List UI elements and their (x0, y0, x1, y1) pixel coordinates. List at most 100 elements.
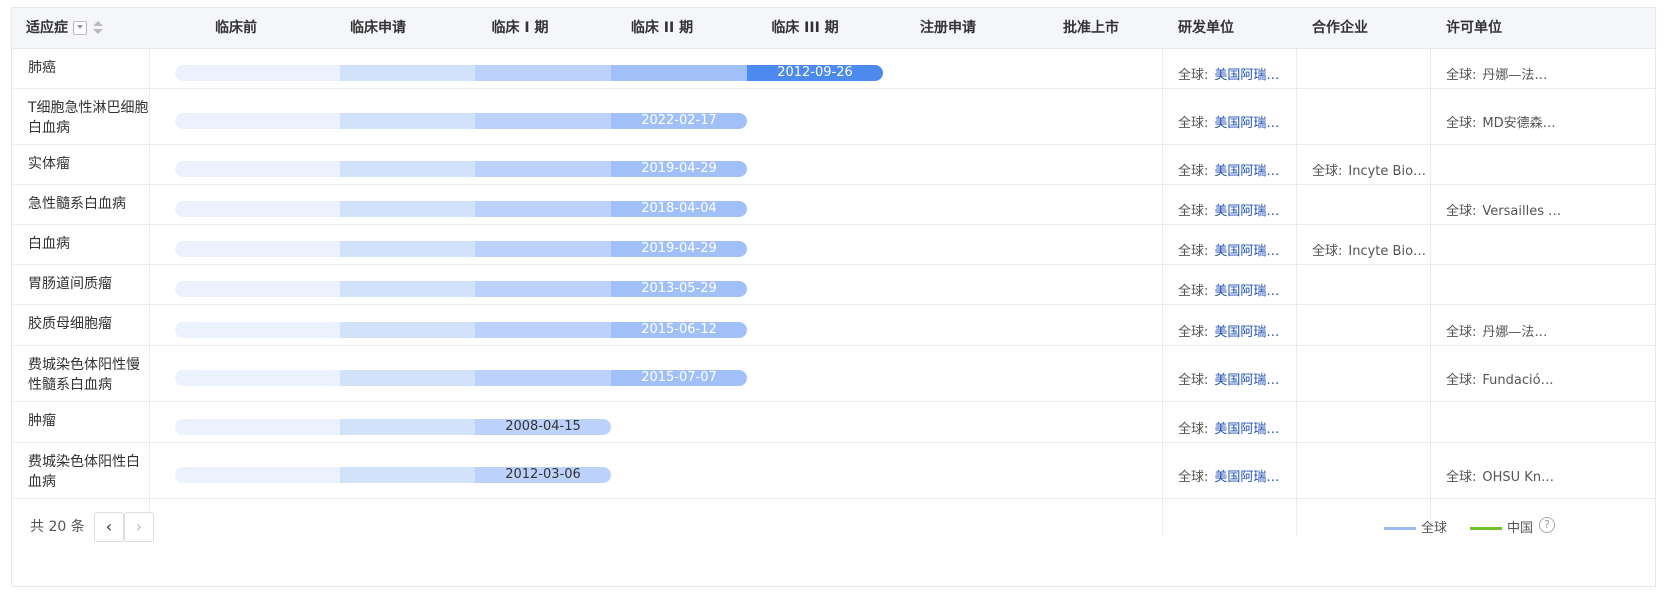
header-stage: 批准上市 (1063, 20, 1119, 36)
developer-cell-region: 全球: (1178, 116, 1209, 131)
table-row: 胶质母细胞瘤 2015-06-12 全球: 美国阿瑞… 全球: 丹娜—法… (12, 305, 1655, 346)
table-row: T细胞急性淋巴细胞白血病 2022-02-17 全球: 美国阿瑞… 全球: MD安德森… (12, 89, 1655, 145)
stage-date-label: 2015-06-12 (641, 322, 717, 337)
partner-cell-region: 全球: (1312, 164, 1343, 179)
header-stage: 临床申请 (350, 20, 406, 36)
developer-cell-region: 全球: (1178, 325, 1209, 340)
header-stage: 注册申请 (920, 20, 976, 36)
developer-cell[interactable]: 全球: 美国阿瑞… (1178, 112, 1293, 131)
partner-cell: 全球: Incyte Bio… (1312, 160, 1427, 179)
total-count: 共 20 条 (30, 519, 85, 535)
developer-cell[interactable]: 全球: 美国阿瑞… (1178, 200, 1293, 219)
stage-date-label: 2012-09-26 (777, 65, 853, 80)
developer-cell-region: 全球: (1178, 68, 1209, 83)
developer-cell-value[interactable]: 美国阿瑞… (1214, 204, 1279, 219)
stage-segment (340, 467, 475, 483)
stage-segment (175, 201, 340, 217)
legend-global-label: 全球 (1421, 521, 1448, 536)
sort-arrows-icon[interactable] (93, 20, 103, 36)
indication-cell: 胃肠道间质瘤 (28, 276, 112, 292)
developer-cell-value[interactable]: 美国阿瑞… (1214, 325, 1279, 340)
developer-cell[interactable]: 全球: 美国阿瑞… (1178, 280, 1293, 299)
developer-cell[interactable]: 全球: 美国阿瑞… (1178, 466, 1293, 485)
licensor-cell: 全球: 丹娜—法… (1446, 321, 1561, 340)
developer-cell[interactable]: 全球: 美国阿瑞… (1178, 160, 1293, 179)
developer-cell-region: 全球: (1178, 284, 1209, 299)
stage-segment (475, 281, 611, 297)
header-licensor: 许可单位 (1446, 20, 1502, 36)
indication-cell: 实体瘤 (28, 156, 70, 172)
developer-cell-value[interactable]: 美国阿瑞… (1214, 422, 1279, 437)
licensor-cell-region: 全球: (1446, 325, 1477, 340)
developer-cell-value[interactable]: 美国阿瑞… (1214, 373, 1279, 388)
table-row: 肺癌 2012-09-26 全球: 美国阿瑞… 全球: 丹娜—法… (12, 49, 1655, 89)
developer-cell-region: 全球: (1178, 373, 1209, 388)
licensor-cell-value: OHSU Kn… (1482, 470, 1555, 485)
stage-segment (340, 65, 475, 81)
licensor-cell-value: Versailles … (1482, 204, 1561, 219)
licensor-cell-region: 全球: (1446, 470, 1477, 485)
header-stage: 临床 II 期 (630, 20, 694, 36)
licensor-cell-region: 全球: (1446, 116, 1477, 131)
indication-cell: 胶质母细胞瘤 (28, 316, 112, 332)
stage-segment (175, 65, 340, 81)
developer-cell-value[interactable]: 美国阿瑞… (1214, 68, 1279, 83)
header-developer: 研发单位 (1178, 20, 1234, 36)
licensor-cell-value: 丹娜—法… (1482, 325, 1548, 340)
developer-cell-value[interactable]: 美国阿瑞… (1214, 470, 1279, 485)
developer-cell[interactable]: 全球: 美国阿瑞… (1178, 240, 1293, 259)
developer-cell-value[interactable]: 美国阿瑞… (1214, 116, 1279, 131)
indication-cell: 费城染色体阳性白血病 (28, 454, 140, 490)
partner-cell-value: Incyte Bio… (1348, 164, 1427, 179)
stage-segment (175, 161, 340, 177)
licensor-cell: 全球: Fundació… (1446, 369, 1561, 388)
stage-segment (475, 161, 611, 177)
stage-segment (475, 65, 611, 81)
stage-segment (340, 241, 475, 257)
developer-cell-region: 全球: (1178, 164, 1209, 179)
developer-cell-region: 全球: (1178, 244, 1209, 259)
licensor-cell-region: 全球: (1446, 373, 1477, 388)
developer-cell-value[interactable]: 美国阿瑞… (1214, 284, 1279, 299)
developer-cell-region: 全球: (1178, 204, 1209, 219)
stage-date-label: 2013-05-29 (641, 281, 717, 296)
filter-dropdown-icon[interactable] (73, 21, 87, 35)
table-row: 实体瘤 2019-04-29 全球: 美国阿瑞… 全球: Incyte Bio… (12, 145, 1655, 185)
developer-cell-value[interactable]: 美国阿瑞… (1214, 164, 1279, 179)
stage-segment (340, 161, 475, 177)
stage-segment (340, 113, 475, 129)
stage-segment (475, 201, 611, 217)
partner-cell-region: 全球: (1312, 244, 1343, 259)
licensor-cell-region: 全球: (1446, 68, 1477, 83)
licensor-cell: 全球: OHSU Kn… (1446, 466, 1561, 485)
table-row: 白血病 2019-04-29 全球: 美国阿瑞… 全球: Incyte Bio… (12, 225, 1655, 265)
licensor-cell-value: 丹娜—法… (1482, 68, 1548, 83)
stage-segment (175, 467, 340, 483)
developer-cell[interactable]: 全球: 美国阿瑞… (1178, 418, 1293, 437)
prev-page-button[interactable]: ‹ (94, 512, 124, 542)
developer-cell-region: 全球: (1178, 470, 1209, 485)
developer-cell-value[interactable]: 美国阿瑞… (1214, 244, 1279, 259)
stage-date-label: 2015-07-07 (641, 370, 717, 385)
help-circle-icon[interactable]: ? (1539, 517, 1555, 533)
partner-cell-value: Incyte Bio… (1348, 244, 1427, 259)
indication-cell: T细胞急性淋巴细胞白血病 (28, 100, 149, 136)
developer-cell[interactable]: 全球: 美国阿瑞… (1178, 321, 1293, 340)
stage-segment (175, 370, 340, 386)
legend-china-label: 中国 (1507, 521, 1534, 536)
stage-segment (340, 281, 475, 297)
indication-cell: 白血病 (28, 236, 70, 252)
stage-segment (175, 113, 340, 129)
stage-segment (175, 322, 340, 338)
stage-date-label: 2012-03-06 (505, 467, 581, 482)
developer-cell[interactable]: 全球: 美国阿瑞… (1178, 64, 1293, 83)
table-row: 急性髓系白血病 2018-04-04 全球: 美国阿瑞… 全球: Versailles … (12, 185, 1655, 225)
next-page-button[interactable]: › (124, 512, 154, 542)
stage-segment (475, 241, 611, 257)
developer-cell[interactable]: 全球: 美国阿瑞… (1178, 369, 1293, 388)
stage-date-label: 2008-04-15 (505, 419, 581, 434)
stage-date-label: 2018-04-04 (641, 201, 717, 216)
legend-china-line (1470, 527, 1502, 530)
licensor-cell-value: Fundació… (1482, 373, 1554, 388)
stage-segment (340, 370, 475, 386)
